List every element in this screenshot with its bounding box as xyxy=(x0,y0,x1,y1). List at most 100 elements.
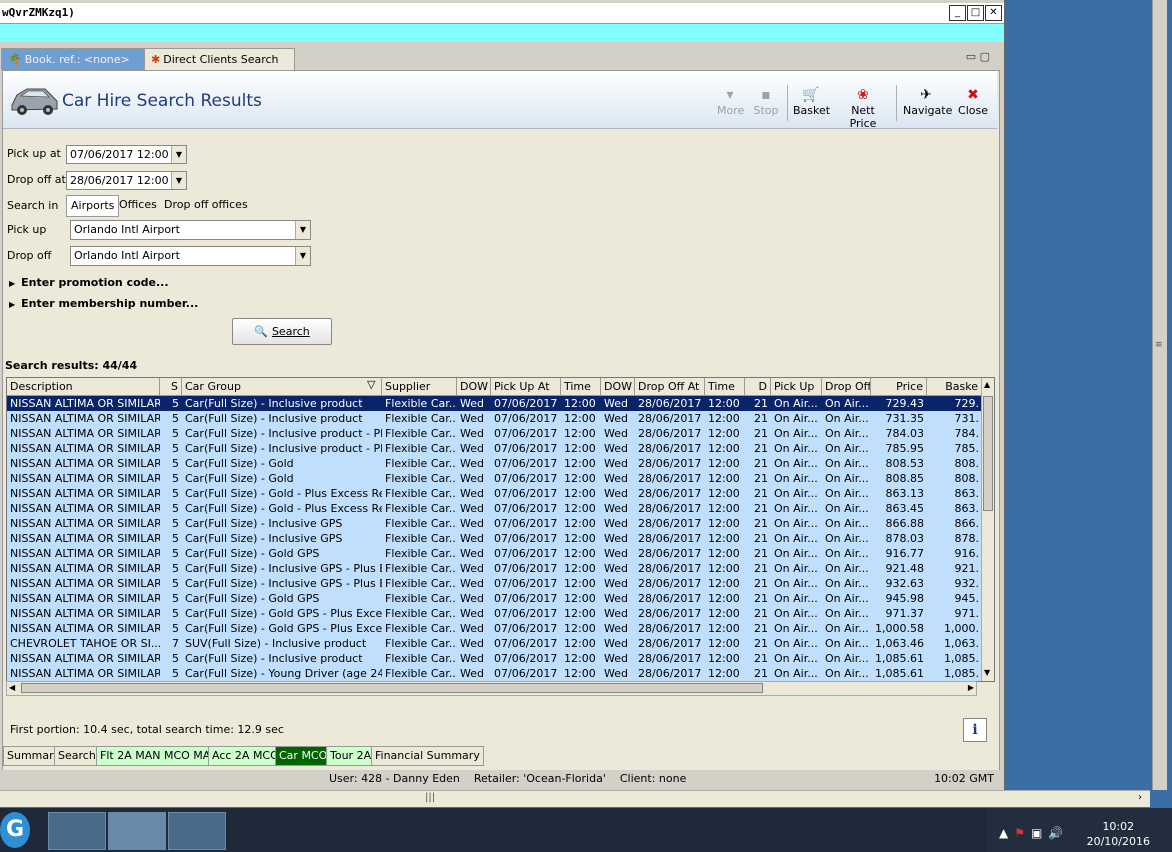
stop-button[interactable]: ▪ Stop xyxy=(753,86,779,117)
pickup-date-field[interactable]: 07/06/2017 12:00 ▼ xyxy=(66,145,187,164)
close-window-button[interactable]: ✕ xyxy=(985,5,1002,21)
column-header[interactable]: Description xyxy=(7,378,160,395)
column-header[interactable]: Time xyxy=(561,378,601,395)
table-cell: 21 xyxy=(754,427,768,440)
membership-number-expander[interactable]: ▶ Enter membership number... xyxy=(9,297,198,310)
tab-direct-clients-search[interactable]: ✱ Direct Clients Search xyxy=(144,48,295,70)
tab-minmax-icon[interactable]: ▭ ▢ xyxy=(966,50,990,63)
basket-button[interactable]: 🛒 Basket xyxy=(793,86,830,117)
table-row[interactable]: NISSAN ALTIMA OR SIMILAR 5 Car(Full Size) … xyxy=(7,621,982,636)
bottom-tab-accommodation[interactable]: Acc 2A MCO xyxy=(208,746,283,766)
chevron-down-icon[interactable]: ▼ xyxy=(171,172,186,189)
grid-vscroll-thumb[interactable] xyxy=(983,396,993,511)
filter-icon[interactable]: ▽ xyxy=(367,378,375,391)
column-header[interactable]: S xyxy=(160,378,182,395)
chevron-down-icon[interactable]: ▼ xyxy=(171,146,186,163)
bottom-tab-flight[interactable]: Flt 2A MAN MCO MAN xyxy=(96,746,223,766)
search-in-dropoff-offices[interactable]: Drop off offices xyxy=(160,195,252,215)
tray-arrow-icon[interactable]: ▲ xyxy=(999,826,1008,840)
table-row[interactable]: NISSAN ALTIMA OR SIMILAR 5 Car(Full Size) … xyxy=(7,411,982,426)
table-row[interactable]: NISSAN ALTIMA OR SIMILAR 5 Car(Full Size) … xyxy=(7,561,982,576)
search-in-offices[interactable]: Offices xyxy=(115,195,161,215)
scroll-right-icon[interactable]: ▶ xyxy=(968,683,974,692)
tab-booking[interactable]: 🌴Book. ref.: <none> ✕ xyxy=(1,48,145,87)
table-cell: Flexible Car... xyxy=(385,472,457,485)
column-header[interactable]: DOW xyxy=(457,378,491,395)
table-row[interactable]: NISSAN ALTIMA OR SIMILAR 5 Car(Full Size) … xyxy=(7,501,982,516)
column-header[interactable]: D xyxy=(745,378,771,395)
volume-icon[interactable]: 🔊 xyxy=(1048,826,1063,840)
bottom-tab-search[interactable]: Search xyxy=(54,746,100,766)
table-row[interactable]: NISSAN ALTIMA OR SIMILAR 5 Car(Full Size) … xyxy=(7,651,982,666)
table-row[interactable]: NISSAN ALTIMA OR SIMILAR 5 Car(Full Size) … xyxy=(7,486,982,501)
navigate-button[interactable]: ✈ Navigate xyxy=(903,86,952,117)
table-row[interactable]: CHEVROLET TAHOE OR SI... 7 SUV(Full Size) … xyxy=(7,636,982,651)
table-row[interactable]: NISSAN ALTIMA OR SIMILAR 5 Car(Full Size) … xyxy=(7,396,982,411)
column-header[interactable]: Drop Off xyxy=(822,378,871,395)
scroll-down-icon[interactable]: ▼ xyxy=(984,668,990,677)
close-button[interactable]: ✖ Close xyxy=(958,86,988,117)
search-button[interactable]: 🔍 Search xyxy=(232,318,332,345)
table-row[interactable]: NISSAN ALTIMA OR SIMILAR 5 Car(Full Size) … xyxy=(7,456,982,471)
grid-vertical-scrollbar[interactable]: ▲ ▼ xyxy=(981,378,994,681)
table-cell: On Air... xyxy=(774,442,818,455)
bottom-tab-financial-summary[interactable]: Financial Summary xyxy=(371,746,484,766)
table-cell: 07/06/2017 xyxy=(494,637,558,650)
taskbar-app-3[interactable] xyxy=(168,812,226,850)
tray-clock[interactable]: 10:02 20/10/2016 xyxy=(1087,819,1150,849)
pickup-location-select[interactable]: Orlando Intl Airport ▼ xyxy=(70,220,311,240)
maximize-button[interactable]: □ xyxy=(967,5,984,21)
column-header[interactable]: Pick Up xyxy=(771,378,822,395)
column-header[interactable]: Drop Off At xyxy=(635,378,705,395)
chevron-down-icon[interactable]: ▼ xyxy=(295,221,310,239)
column-header[interactable]: Car Group xyxy=(182,378,382,395)
dropoff-date-field[interactable]: 28/06/2017 12:00 ▼ xyxy=(66,171,187,190)
window-horizontal-scrollbar[interactable]: ||| › xyxy=(0,790,1150,807)
scroll-left-icon[interactable]: ◀ xyxy=(9,683,15,692)
network-icon[interactable]: ▣ xyxy=(1031,826,1042,840)
table-cell: Car(Full Size) - Inclusive GPS xyxy=(185,532,343,545)
table-cell: NISSAN ALTIMA OR SIMILAR xyxy=(10,562,160,575)
promotion-code-expander[interactable]: ▶ Enter promotion code... xyxy=(9,276,169,289)
flag-icon[interactable]: ⚑ xyxy=(1014,826,1025,840)
grid-hscroll-thumb[interactable] xyxy=(21,683,763,693)
table-row[interactable]: NISSAN ALTIMA OR SIMILAR 5 Car(Full Size) … xyxy=(7,441,982,456)
more-button[interactable]: ▾ More xyxy=(717,86,744,117)
bottom-tab-car[interactable]: Car MCO xyxy=(275,746,332,766)
table-row[interactable]: NISSAN ALTIMA OR SIMILAR 5 Car(Full Size) … xyxy=(7,576,982,591)
info-button[interactable]: i xyxy=(963,718,987,742)
dropoff-date-value: 28/06/2017 12:00 xyxy=(70,174,169,187)
dropoff-location-select[interactable]: Orlando Intl Airport ▼ xyxy=(70,246,311,266)
table-row[interactable]: NISSAN ALTIMA OR SIMILAR 5 Car(Full Size) … xyxy=(7,606,982,621)
start-button[interactable]: G xyxy=(0,812,30,848)
scroll-right-icon[interactable]: › xyxy=(1138,792,1142,803)
outer-vertical-scrollbar[interactable]: ≡ xyxy=(1152,0,1167,790)
column-header[interactable]: DOW xyxy=(601,378,635,395)
search-in-airports[interactable]: Airports xyxy=(66,195,120,217)
table-row[interactable]: NISSAN ALTIMA OR SIMILAR 5 Car(Full Size) … xyxy=(7,666,982,681)
column-header[interactable]: Price xyxy=(871,378,927,395)
scroll-up-icon[interactable]: ▲ xyxy=(984,380,990,389)
table-row[interactable]: NISSAN ALTIMA OR SIMILAR 5 Car(Full Size) … xyxy=(7,531,982,546)
car-icon xyxy=(11,88,58,115)
table-cell: 07/06/2017 xyxy=(494,457,558,470)
table-row[interactable]: NISSAN ALTIMA OR SIMILAR 5 Car(Full Size) … xyxy=(7,426,982,441)
table-cell: On Air... xyxy=(825,502,869,515)
column-header[interactable]: Baske xyxy=(927,378,982,395)
minimize-button[interactable]: _ xyxy=(949,5,966,21)
table-row[interactable]: NISSAN ALTIMA OR SIMILAR 5 Car(Full Size) … xyxy=(7,471,982,486)
table-row[interactable]: NISSAN ALTIMA OR SIMILAR 5 Car(Full Size) … xyxy=(7,591,982,606)
nett-price-button[interactable]: ❀ Nett Price xyxy=(837,86,889,130)
column-header[interactable]: Supplier xyxy=(382,378,457,395)
column-header[interactable]: Time xyxy=(705,378,745,395)
taskbar-app-1[interactable] xyxy=(48,812,106,850)
table-row[interactable]: NISSAN ALTIMA OR SIMILAR 5 Car(Full Size) … xyxy=(7,516,982,531)
chevron-down-icon[interactable]: ▼ xyxy=(295,247,310,265)
table-cell: Flexible Car... xyxy=(385,637,457,650)
table-cell: On Air... xyxy=(774,547,818,560)
bottom-tab-tour[interactable]: Tour 2A xyxy=(326,746,376,766)
taskbar-app-2[interactable] xyxy=(108,812,166,850)
grid-horizontal-scrollbar[interactable]: ◀ ▶ xyxy=(6,681,977,696)
column-header[interactable]: Pick Up At xyxy=(491,378,561,395)
table-row[interactable]: NISSAN ALTIMA OR SIMILAR 5 Car(Full Size) … xyxy=(7,546,982,561)
